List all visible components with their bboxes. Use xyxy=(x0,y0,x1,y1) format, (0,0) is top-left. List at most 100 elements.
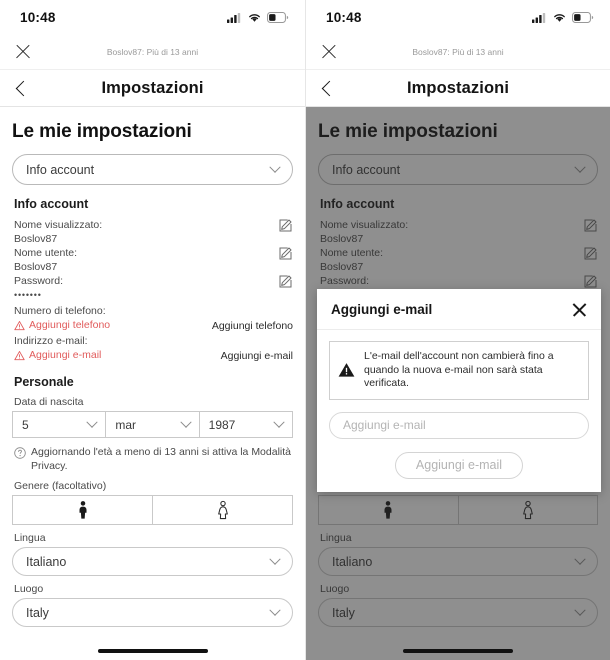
gender-label: Genere (facoltativo) xyxy=(14,480,107,492)
status-time: 10:48 xyxy=(20,9,56,25)
account-subtitle: Boslov87: Più di 13 anni xyxy=(412,46,504,57)
question-circle-icon xyxy=(14,447,26,459)
field-password: Password: ••••••• xyxy=(12,274,293,302)
category-select-value: Info account xyxy=(26,162,95,177)
birthdate-day-value: 5 xyxy=(22,417,29,432)
dual-screenshot-stage: 10:48 Boslov87: Più di 13 anni Impostazi… xyxy=(0,0,610,660)
submit-email-button[interactable]: Aggiungi e-mail xyxy=(394,451,524,479)
edit-icon[interactable] xyxy=(272,218,293,238)
cellular-signal-icon xyxy=(227,12,241,23)
chevron-down-icon xyxy=(269,161,281,173)
chevron-down-icon xyxy=(86,416,98,428)
field-label: Numero di telefono: xyxy=(14,305,106,317)
birthdate-month-select[interactable]: mar xyxy=(106,411,200,438)
add-email-action[interactable]: Aggiungi e-mail xyxy=(215,350,293,362)
chevron-down-icon xyxy=(269,604,281,616)
my-settings-heading: Le mie impostazioni xyxy=(12,121,192,142)
warning-triangle-icon xyxy=(14,350,25,360)
wifi-icon xyxy=(249,13,260,22)
add-email-modal: Aggiungi e-mail L'e-mail dell'account no… xyxy=(317,289,601,492)
location-select[interactable]: Italy xyxy=(12,598,293,627)
status-icons xyxy=(532,11,594,23)
birthdate-day-select[interactable]: 5 xyxy=(12,411,107,438)
location-value: Italy xyxy=(26,605,49,620)
birthdate-row: 5 mar 1987 xyxy=(12,411,293,438)
female-gender-icon xyxy=(217,500,228,520)
status-bar: 10:48 xyxy=(0,0,305,34)
verification-warning: L'e-mail dell'account non cambierà fino … xyxy=(329,341,589,400)
chevron-down-icon xyxy=(273,416,285,428)
email-alert-text: Aggiungi e-mail xyxy=(29,349,102,361)
page-title: Impostazioni xyxy=(406,78,510,97)
modal-actions: Aggiungi e-mail xyxy=(329,451,589,479)
field-phone: Numero di telefono: Aggiungi telefono Ag… xyxy=(12,304,293,332)
birthdate-year-select[interactable]: 1987 xyxy=(199,411,293,438)
field-display-name: Nome visualizzato: Boslov87 xyxy=(12,218,293,246)
close-icon[interactable] xyxy=(320,43,338,61)
field-value: Boslov87 xyxy=(14,233,58,245)
category-select[interactable]: Info account xyxy=(12,154,293,185)
field-label: Nome visualizzato: xyxy=(14,219,103,231)
settings-content: Le mie impostazioni Info account Info ac… xyxy=(0,107,305,660)
phone-screen-add-email-modal: 10:48 Boslov87: Più di 13 anni Impostazi… xyxy=(305,0,610,660)
language-value: Italiano xyxy=(26,554,67,569)
status-icons xyxy=(227,11,289,23)
battery-icon xyxy=(267,11,289,23)
birthdate-year-value: 1987 xyxy=(208,417,236,432)
gender-option-male[interactable] xyxy=(12,495,153,525)
phone-alert: Aggiungi telefono xyxy=(14,318,206,332)
phone-screen-settings: 10:48 Boslov87: Più di 13 anni Impostazi… xyxy=(0,0,305,660)
warning-triangle-icon xyxy=(14,320,25,330)
phone-alert-text: Aggiungi telefono xyxy=(29,319,111,331)
close-icon[interactable] xyxy=(14,43,32,61)
modal-header: Aggiungi e-mail xyxy=(317,289,601,330)
gender-row xyxy=(12,495,293,525)
male-gender-icon xyxy=(79,501,86,519)
home-indicator xyxy=(403,649,513,653)
battery-icon xyxy=(572,11,594,23)
top-bar: Boslov87: Più di 13 anni xyxy=(306,34,610,69)
email-input[interactable]: Aggiungi e-mail xyxy=(329,411,589,439)
email-input-placeholder: Aggiungi e-mail xyxy=(343,418,426,432)
nav-header: Impostazioni xyxy=(0,69,305,107)
field-value: Boslov87 xyxy=(14,261,58,273)
chevron-left-icon[interactable] xyxy=(15,80,32,96)
field-label: Nome utente: xyxy=(14,247,78,259)
personal-section-heading: Personale xyxy=(14,375,74,389)
chevron-down-icon xyxy=(269,553,281,565)
close-icon[interactable] xyxy=(571,301,588,318)
status-time: 10:48 xyxy=(326,9,362,25)
field-username: Nome utente: Boslov87 xyxy=(12,246,293,274)
email-alert: Aggiungi e-mail xyxy=(14,348,215,362)
chevron-down-icon xyxy=(179,416,192,428)
privacy-note-text: Aggiornando l'età a meno di 13 anni si a… xyxy=(31,446,292,472)
edit-icon[interactable] xyxy=(272,274,293,294)
field-label: Indirizzo e-mail: xyxy=(14,335,88,347)
wifi-icon xyxy=(554,13,565,22)
edit-icon[interactable] xyxy=(272,246,293,266)
language-label: Lingua xyxy=(14,532,46,544)
page-title: Impostazioni xyxy=(101,78,204,97)
account-section-heading: Info account xyxy=(14,197,89,211)
chevron-left-icon[interactable] xyxy=(321,80,338,96)
privacy-note: Aggiornando l'età a meno di 13 anni si a… xyxy=(14,446,293,473)
submit-email-button-label: Aggiungi e-mail xyxy=(415,458,503,472)
field-label: Password: xyxy=(14,275,64,287)
field-value: ••••••• xyxy=(14,290,42,300)
field-email: Indirizzo e-mail: Aggiungi e-mail Aggiun… xyxy=(12,334,293,362)
modal-body: L'e-mail dell'account non cambierà fino … xyxy=(317,330,601,492)
birthdate-month-value: mar xyxy=(115,417,136,432)
top-bar: Boslov87: Più di 13 anni xyxy=(0,34,305,69)
birthdate-label: Data di nascita xyxy=(14,396,84,408)
cellular-signal-icon xyxy=(532,12,546,23)
nav-header: Impostazioni xyxy=(306,69,610,107)
location-label: Luogo xyxy=(14,583,44,595)
gender-option-female[interactable] xyxy=(153,495,293,525)
home-indicator xyxy=(97,649,208,653)
add-phone-action[interactable]: Aggiungi telefono xyxy=(206,320,293,332)
account-subtitle: Boslov87: Più di 13 anni xyxy=(106,46,199,57)
status-bar: 10:48 xyxy=(306,0,610,34)
modal-title: Aggiungi e-mail xyxy=(331,301,433,317)
warning-triangle-filled-icon xyxy=(338,363,355,377)
language-select[interactable]: Italiano xyxy=(12,547,293,576)
